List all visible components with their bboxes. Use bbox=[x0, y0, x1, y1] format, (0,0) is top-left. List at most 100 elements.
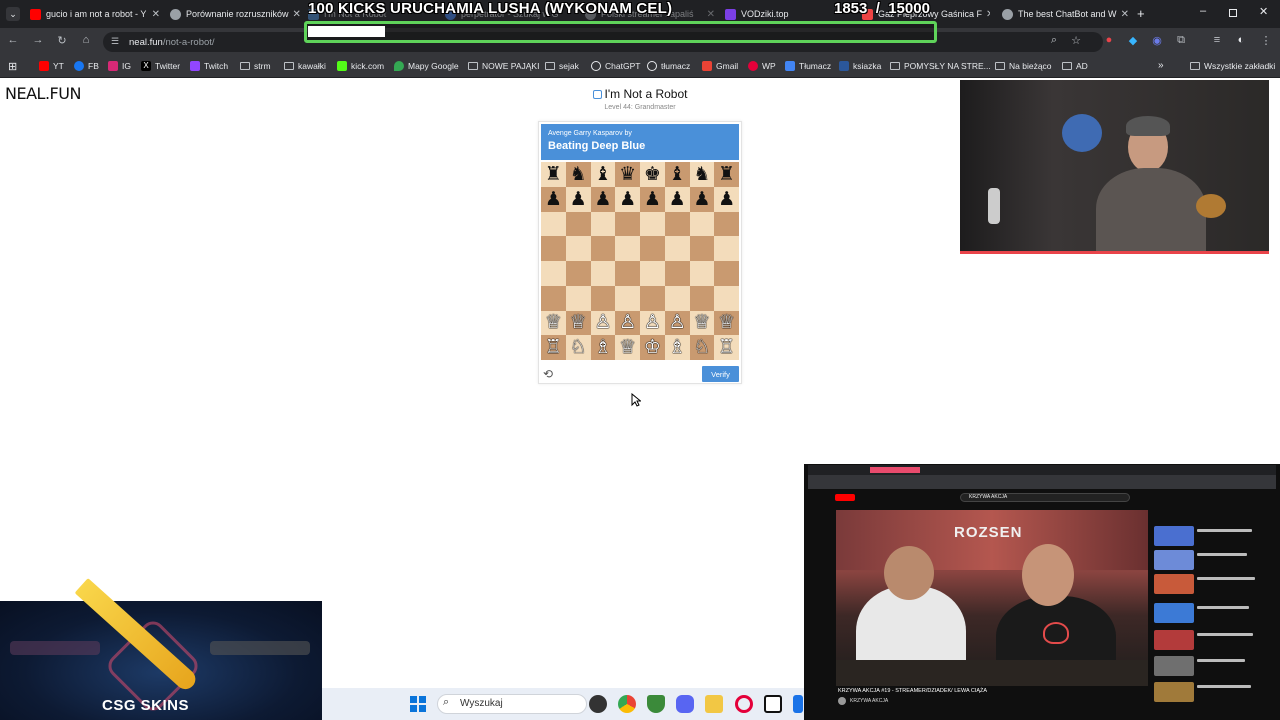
chess-square[interactable]: ♗ bbox=[590, 335, 616, 360]
bookmark-nabiezaco[interactable]: Na bieżąco bbox=[995, 61, 1052, 71]
chess-square[interactable] bbox=[565, 261, 591, 286]
bookmark-pomysly[interactable]: POMYSŁY NA STRE... bbox=[890, 61, 991, 71]
all-bookmarks[interactable]: Wszystkie zakładki bbox=[1190, 61, 1275, 71]
bookmark-fb[interactable]: FB bbox=[74, 61, 99, 71]
chess-square[interactable]: ♕ bbox=[615, 335, 640, 360]
close-icon[interactable]: ✕ bbox=[289, 9, 300, 20]
chess-square[interactable]: ♗ bbox=[664, 335, 690, 360]
chess-piece[interactable]: ♞ bbox=[570, 164, 587, 184]
chess-square[interactable]: ♟ bbox=[640, 186, 665, 212]
zoom-icon[interactable]: ⌕ bbox=[1047, 34, 1061, 47]
star-icon[interactable]: ☆ bbox=[1069, 34, 1083, 47]
chess-piece[interactable]: ♜ bbox=[545, 164, 562, 184]
notion-icon[interactable] bbox=[764, 695, 782, 713]
bookmark-translate[interactable]: Tłumacz bbox=[785, 61, 831, 71]
chess-square[interactable] bbox=[714, 236, 739, 261]
chess-square[interactable] bbox=[664, 236, 690, 261]
tab-0[interactable]: gucio i am not a robot - Y ✕ bbox=[30, 4, 160, 24]
recommended-thumb[interactable] bbox=[1154, 574, 1194, 594]
chess-square[interactable] bbox=[565, 236, 591, 261]
home-icon[interactable]: ⌂ bbox=[79, 34, 93, 46]
chess-piece[interactable]: ♝ bbox=[669, 164, 686, 184]
chess-square[interactable]: ♙ bbox=[664, 310, 690, 336]
bookmark-kawalki[interactable]: kawałki bbox=[284, 61, 326, 71]
chess-square[interactable] bbox=[541, 285, 566, 311]
bookmark-pajaki[interactable]: NOWE PAJĄKI bbox=[468, 61, 539, 71]
chess-square[interactable]: ♘ bbox=[689, 335, 715, 360]
bookmark-ad[interactable]: AD bbox=[1062, 61, 1088, 71]
verify-button[interactable]: Verify bbox=[702, 366, 739, 382]
chess-square[interactable]: ♟ bbox=[615, 186, 640, 212]
minimize-icon[interactable]: – bbox=[1200, 5, 1206, 17]
back-icon[interactable]: ← bbox=[6, 34, 20, 46]
recommended-thumb[interactable] bbox=[1154, 656, 1194, 676]
chess-square[interactable]: ♟ bbox=[565, 186, 591, 212]
chess-square[interactable]: ♞ bbox=[565, 162, 591, 187]
chess-square[interactable]: ♛ bbox=[615, 162, 640, 187]
chess-square[interactable] bbox=[640, 261, 665, 286]
chess-piece[interactable]: ♟ bbox=[594, 189, 611, 209]
chess-piece[interactable]: ♞ bbox=[693, 164, 710, 184]
close-icon[interactable]: ✕ bbox=[1117, 9, 1128, 20]
chess-square[interactable]: ♕ bbox=[689, 310, 715, 336]
chess-square[interactable] bbox=[541, 211, 566, 237]
obs-icon[interactable] bbox=[589, 695, 607, 713]
chess-piece[interactable]: ♕ bbox=[718, 313, 735, 332]
chess-piece[interactable]: ♖ bbox=[718, 338, 735, 357]
bookmark-sejak[interactable]: sejak bbox=[545, 61, 579, 71]
forward-icon[interactable]: → bbox=[31, 34, 45, 46]
close-window-icon[interactable]: ✕ bbox=[1259, 5, 1268, 18]
chess-square[interactable]: ♟ bbox=[689, 186, 715, 212]
embedded-video-player[interactable]: ROZSEN bbox=[836, 510, 1148, 686]
chess-square[interactable]: ♝ bbox=[664, 162, 690, 187]
chess-piece[interactable]: ♚ bbox=[644, 164, 661, 184]
record-extension-icon[interactable]: ● bbox=[1102, 34, 1116, 46]
chess-piece[interactable]: ♜ bbox=[718, 164, 735, 184]
menu-icon[interactable]: ⋮ bbox=[1259, 34, 1273, 47]
close-icon[interactable]: ✕ bbox=[148, 9, 160, 20]
chess-square[interactable] bbox=[565, 285, 591, 311]
chess-square[interactable] bbox=[640, 236, 665, 261]
chess-square[interactable] bbox=[541, 236, 566, 261]
chess-piece[interactable]: ♟ bbox=[644, 189, 661, 209]
chess-square[interactable] bbox=[615, 236, 640, 261]
tab-7[interactable]: The best ChatBot and W ✕ bbox=[1002, 4, 1128, 24]
chess-piece[interactable]: ♟ bbox=[669, 189, 686, 209]
puzzle-icon[interactable]: ⧉ bbox=[1174, 34, 1188, 47]
discord-icon[interactable] bbox=[676, 695, 694, 713]
chess-square[interactable]: ♕ bbox=[714, 310, 739, 336]
chess-piece[interactable]: ♘ bbox=[570, 338, 587, 357]
chess-square[interactable] bbox=[664, 211, 690, 237]
chess-square[interactable] bbox=[590, 211, 616, 237]
chess-square[interactable]: ♙ bbox=[640, 310, 665, 336]
chess-piece[interactable]: ♟ bbox=[693, 189, 710, 209]
chess-piece[interactable]: ♙ bbox=[619, 313, 636, 332]
chess-square[interactable] bbox=[615, 211, 640, 237]
maximize-icon[interactable] bbox=[1229, 9, 1237, 17]
chess-piece[interactable]: ♙ bbox=[644, 313, 661, 332]
chess-piece[interactable]: ♕ bbox=[693, 313, 710, 332]
profile-icon[interactable]: ◐ bbox=[1234, 34, 1248, 46]
chess-square[interactable] bbox=[640, 285, 665, 311]
chrome-icon[interactable] bbox=[618, 695, 636, 713]
chess-piece[interactable]: ♟ bbox=[545, 189, 562, 209]
address-text[interactable]: neal.fun/not-a-robot/ bbox=[129, 37, 215, 48]
media-icon[interactable]: ≡ bbox=[1210, 34, 1224, 46]
recommended-thumb[interactable] bbox=[1154, 526, 1194, 546]
bookmark-chatgpt[interactable]: ChatGPT bbox=[591, 61, 640, 71]
tab-1[interactable]: Porównanie rozruszników ✕ bbox=[170, 4, 300, 24]
chess-square[interactable]: ♙ bbox=[590, 310, 616, 336]
chess-square[interactable] bbox=[689, 261, 715, 286]
extension-icon[interactable]: ◆ bbox=[1126, 34, 1140, 47]
chess-square[interactable] bbox=[664, 261, 690, 286]
chess-piece[interactable]: ♗ bbox=[669, 338, 686, 357]
recommended-thumb[interactable] bbox=[1154, 550, 1194, 570]
bookmark-maps[interactable]: Mapy Google bbox=[394, 61, 459, 71]
chess-square[interactable]: ♟ bbox=[714, 186, 739, 212]
bookmark-kick[interactable]: kick.com bbox=[337, 61, 384, 71]
chess-piece[interactable]: ♟ bbox=[619, 189, 636, 209]
recommended-thumb[interactable] bbox=[1154, 682, 1194, 702]
chess-piece[interactable]: ♔ bbox=[644, 338, 661, 357]
recommended-thumb[interactable] bbox=[1154, 630, 1194, 650]
chess-square[interactable] bbox=[689, 211, 715, 237]
